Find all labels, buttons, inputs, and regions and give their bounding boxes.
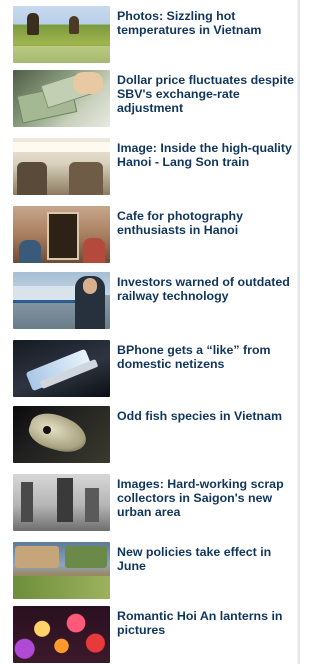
news-item[interactable]: Dollar price fluctuates despite SBV's ex… (0, 70, 300, 127)
news-title-link[interactable]: Cafe for photography enthusiasts in Hano… (117, 209, 297, 237)
news-title-link[interactable]: New policies take effect in June (117, 545, 297, 573)
news-item[interactable]: BPhone gets a “like” from domestic netiz… (0, 340, 300, 397)
news-thumbnail[interactable] (13, 606, 110, 663)
news-title-link[interactable]: BPhone gets a “like” from domestic netiz… (117, 343, 297, 371)
news-thumbnail[interactable] (13, 138, 110, 195)
news-title-link[interactable]: Photos: Sizzling hot temperatures in Vie… (117, 9, 297, 37)
news-title-link[interactable]: Romantic Hoi An lanterns in pictures (117, 609, 297, 637)
news-thumbnail[interactable] (13, 542, 110, 599)
news-list: Photos: Sizzling hot temperatures in Vie… (0, 0, 300, 664)
right-border (297, 0, 300, 664)
news-title-link[interactable]: Images: Hard-working scrap collectors in… (117, 477, 297, 520)
news-thumbnail[interactable] (13, 272, 110, 329)
news-thumbnail[interactable] (13, 206, 110, 263)
news-thumbnail[interactable] (13, 6, 110, 63)
news-item[interactable]: Investors warned of outdated railway tec… (0, 272, 300, 329)
news-item[interactable]: Images: Hard-working scrap collectors in… (0, 474, 300, 531)
news-item[interactable]: Romantic Hoi An lanterns in pictures (0, 606, 300, 663)
news-thumbnail[interactable] (13, 70, 110, 127)
news-title-link[interactable]: Image: Inside the high-quality Hanoi - L… (117, 141, 297, 169)
news-item[interactable]: Image: Inside the high-quality Hanoi - L… (0, 138, 300, 195)
news-item[interactable]: New policies take effect in June (0, 542, 300, 599)
news-title-link[interactable]: Investors warned of outdated railway tec… (117, 275, 297, 303)
news-item[interactable]: Cafe for photography enthusiasts in Hano… (0, 206, 300, 263)
news-item[interactable]: Odd fish species in Vietnam (0, 406, 300, 463)
news-title-link[interactable]: Odd fish species in Vietnam (117, 409, 297, 423)
news-thumbnail[interactable] (13, 474, 110, 531)
news-title-link[interactable]: Dollar price fluctuates despite SBV's ex… (117, 73, 297, 116)
news-item[interactable]: Photos: Sizzling hot temperatures in Vie… (0, 6, 300, 63)
news-thumbnail[interactable] (13, 340, 110, 397)
news-thumbnail[interactable] (13, 406, 110, 463)
